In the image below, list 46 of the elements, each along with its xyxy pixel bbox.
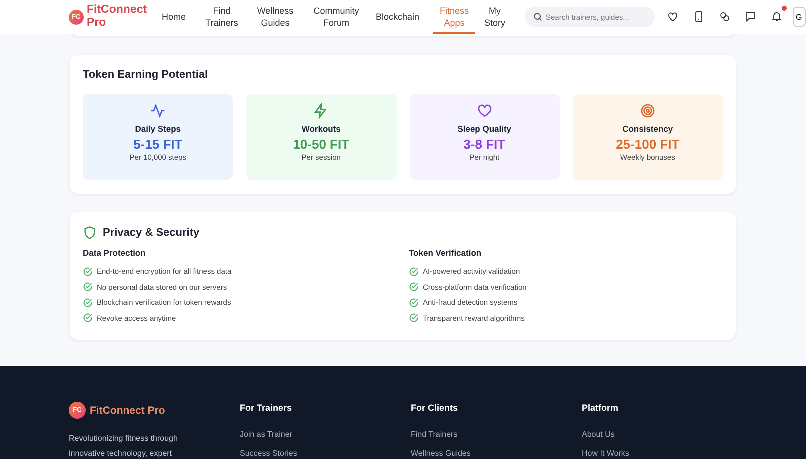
nav-link[interactable]: Wellness Guides — [247, 0, 304, 34]
section-title: Token Earning Potential — [83, 69, 210, 81]
check-icon — [409, 298, 419, 308]
footer-link[interactable]: Find Trainers — [411, 430, 582, 439]
check-icon — [83, 266, 93, 277]
nav-link[interactable]: Community Forum — [304, 0, 369, 34]
shield-icon — [83, 226, 97, 240]
tile-title: Consistency — [622, 124, 674, 134]
column-heading: Token Verification — [409, 248, 483, 258]
heart-icon[interactable] — [667, 11, 679, 23]
tile-title: Sleep Quality — [458, 124, 512, 134]
brand-name[interactable]: FitConnect Pro — [87, 4, 147, 30]
check-icon — [409, 282, 419, 292]
nav-link[interactable]: Blockchain — [369, 0, 433, 34]
check-icon — [83, 313, 93, 324]
column-heading: Data Protection — [83, 248, 147, 258]
token-amount: 25-100 FIT — [616, 137, 680, 152]
footer-link[interactable]: About Us — [582, 430, 753, 439]
token-amount: 3-8 FIT — [464, 137, 506, 152]
check-icon — [409, 313, 419, 324]
check-icon — [83, 298, 93, 308]
footer-heading: For Trainers — [240, 403, 294, 413]
phone-icon[interactable] — [693, 11, 705, 23]
chat-icon[interactable] — [745, 11, 757, 23]
footer-link[interactable]: Wellness Guides — [411, 449, 582, 458]
tile-title: Daily Steps — [135, 124, 182, 134]
footer-heading: For Clients — [411, 403, 460, 413]
footer-link[interactable]: Join as Trainer — [240, 430, 411, 439]
nav-link[interactable]: Find Trainers — [197, 0, 247, 34]
check-icon — [83, 282, 93, 292]
footer-link[interactable]: How It Works — [582, 449, 753, 458]
footer-description: Revolutionizing fitness through innovative technology, expert — [69, 433, 179, 459]
profile-button[interactable]: G — [793, 7, 806, 27]
nav-link[interactable]: My Story — [475, 0, 515, 34]
footer-heading: Platform — [582, 403, 620, 413]
link-icon[interactable] — [719, 11, 731, 23]
brand-name[interactable]: FitConnect Pro — [90, 404, 166, 416]
footer-link[interactable]: Success Stories — [240, 449, 411, 458]
search-icon — [533, 12, 543, 22]
nav-link[interactable]: Home — [155, 0, 197, 34]
check-icon — [409, 266, 419, 277]
token-amount: 5-15 FIT — [134, 137, 183, 152]
section-title: Privacy & Security — [103, 227, 200, 239]
token-amount: 10-50 FIT — [293, 137, 350, 152]
bell-icon[interactable] — [771, 11, 783, 23]
tile-title: Workouts — [302, 124, 341, 134]
